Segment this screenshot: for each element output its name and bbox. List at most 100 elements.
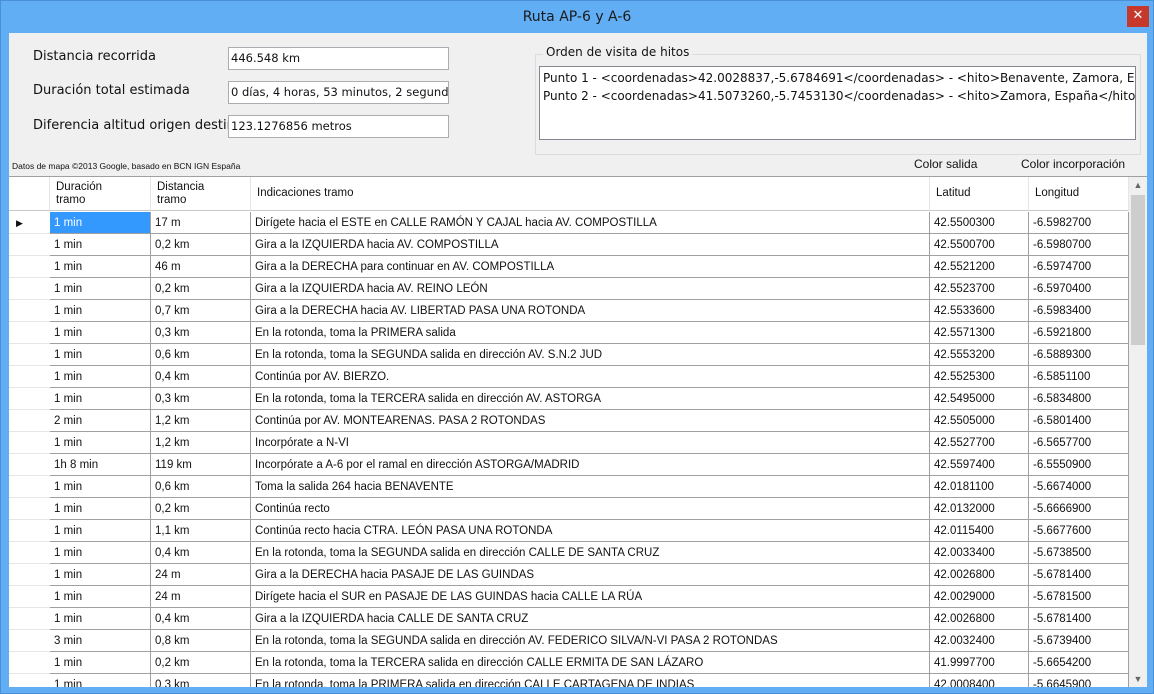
- row-selector[interactable]: [9, 344, 50, 366]
- scrollbar-thumb[interactable]: [1131, 195, 1145, 345]
- distance-field[interactable]: 446.548 km: [228, 47, 449, 70]
- row-selector[interactable]: [9, 630, 50, 652]
- cell-longitude[interactable]: -6.5801400: [1029, 410, 1129, 432]
- cell-distance[interactable]: 0,6 km: [151, 476, 251, 498]
- cell-directions[interactable]: Continúa recto hacia CTRA. LEÓN PASA UNA…: [251, 520, 930, 542]
- cell-duration[interactable]: 1 min: [50, 652, 151, 674]
- cell-longitude[interactable]: -5.6781400: [1029, 564, 1129, 586]
- cell-duration[interactable]: 1 min: [50, 498, 151, 520]
- close-button[interactable]: ✕: [1127, 6, 1149, 27]
- cell-directions[interactable]: Toma la salida 264 hacia BENAVENTE: [251, 476, 930, 498]
- cell-distance[interactable]: 0,2 km: [151, 234, 251, 256]
- cell-latitude[interactable]: 42.0032400: [930, 630, 1029, 652]
- cell-latitude[interactable]: 42.5553200: [930, 344, 1029, 366]
- route-steps-grid[interactable]: ▶ 1 min 17 m Dirígete hacia el ESTE en CALL…: [9, 176, 1147, 687]
- cell-latitude[interactable]: 42.0132000: [930, 498, 1029, 520]
- column-header-distance[interactable]: Distancia tramo: [151, 177, 251, 211]
- cell-directions[interactable]: Gira a la IZQUIERDA hacia CALLE DE SANTA…: [251, 608, 930, 630]
- cell-distance[interactable]: 0,3 km: [151, 322, 251, 344]
- cell-longitude[interactable]: -6.5970400: [1029, 278, 1129, 300]
- cell-latitude[interactable]: 42.5525300: [930, 366, 1029, 388]
- row-selector[interactable]: [9, 300, 50, 322]
- cell-directions[interactable]: Gira a la DERECHA hacia PASAJE DE LAS GU…: [251, 564, 930, 586]
- cell-longitude[interactable]: -6.5851100: [1029, 366, 1129, 388]
- row-selector[interactable]: [9, 256, 50, 278]
- cell-distance[interactable]: 1,1 km: [151, 520, 251, 542]
- cell-latitude[interactable]: 41.9997700: [930, 652, 1029, 674]
- cell-latitude[interactable]: 42.5571300: [930, 322, 1029, 344]
- cell-latitude[interactable]: 42.5495000: [930, 388, 1029, 410]
- cell-duration[interactable]: 1 min: [50, 564, 151, 586]
- cell-directions[interactable]: Continúa por AV. MONTEARENAS. PASA 2 ROT…: [251, 410, 930, 432]
- cell-longitude[interactable]: -6.5889300: [1029, 344, 1129, 366]
- table-row[interactable]: 1 min 0,3 km En la rotonda, toma la PRIMER…: [9, 674, 1129, 687]
- cell-latitude[interactable]: 42.5527700: [930, 432, 1029, 454]
- cell-latitude[interactable]: 42.5597400: [930, 454, 1029, 476]
- cell-duration[interactable]: 1 min: [50, 234, 151, 256]
- cell-duration[interactable]: 1 min: [50, 212, 151, 234]
- cell-longitude[interactable]: -6.5657700: [1029, 432, 1129, 454]
- cell-longitude[interactable]: -5.6674000: [1029, 476, 1129, 498]
- cell-longitude[interactable]: -6.5834800: [1029, 388, 1129, 410]
- duration-field[interactable]: 0 días, 4 horas, 53 minutos, 2 segundos: [228, 81, 449, 104]
- cell-duration[interactable]: 1 min: [50, 608, 151, 630]
- table-row[interactable]: 1h 8 min 119 km Incorpórate a A-6 por el r…: [9, 454, 1129, 476]
- scroll-down-icon[interactable]: ▼: [1129, 671, 1147, 687]
- color-merge-button[interactable]: Color incorporación: [1021, 157, 1125, 171]
- row-selector[interactable]: [9, 388, 50, 410]
- cell-latitude[interactable]: 42.0033400: [930, 542, 1029, 564]
- row-selector[interactable]: [9, 564, 50, 586]
- cell-distance[interactable]: 0,4 km: [151, 542, 251, 564]
- table-row[interactable]: 1 min 0,2 km Gira a la IZQUIERDA hacia AV.…: [9, 278, 1129, 300]
- cell-duration[interactable]: 1 min: [50, 344, 151, 366]
- cell-distance[interactable]: 1,2 km: [151, 410, 251, 432]
- cell-longitude[interactable]: -6.5982700: [1029, 212, 1129, 234]
- cell-directions[interactable]: En la rotonda, toma la PRIMERA salida en…: [251, 674, 930, 687]
- row-selector[interactable]: [9, 520, 50, 542]
- table-row[interactable]: 1 min 24 m Gira a la DERECHA hacia PASAJE …: [9, 564, 1129, 586]
- table-row[interactable]: 1 min 0,6 km En la rotonda, toma la SEGUND…: [9, 344, 1129, 366]
- cell-directions[interactable]: Incorpórate a A-6 por el ramal en direcc…: [251, 454, 930, 476]
- cell-directions[interactable]: Gira a la IZQUIERDA hacia AV. COMPOSTILL…: [251, 234, 930, 256]
- cell-duration[interactable]: 1 min: [50, 432, 151, 454]
- cell-distance[interactable]: 24 m: [151, 586, 251, 608]
- table-row[interactable]: 1 min 0,4 km Gira a la IZQUIERDA hacia CAL…: [9, 608, 1129, 630]
- row-selector[interactable]: [9, 674, 50, 687]
- cell-distance[interactable]: 0,3 km: [151, 388, 251, 410]
- row-selector[interactable]: [9, 366, 50, 388]
- cell-longitude[interactable]: -5.6781400: [1029, 608, 1129, 630]
- row-selector[interactable]: [9, 322, 50, 344]
- cell-directions[interactable]: En la rotonda, toma la SEGUNDA salida en…: [251, 542, 930, 564]
- cell-latitude[interactable]: 42.0008400: [930, 674, 1029, 687]
- cell-directions[interactable]: En la rotonda, toma la PRIMERA salida: [251, 322, 930, 344]
- cell-duration[interactable]: 1 min: [50, 388, 151, 410]
- cell-distance[interactable]: 0,4 km: [151, 608, 251, 630]
- cell-latitude[interactable]: 42.5500300: [930, 212, 1029, 234]
- cell-directions[interactable]: En la rotonda, toma la SEGUNDA salida en…: [251, 630, 930, 652]
- table-row[interactable]: 1 min 1,2 km Incorpórate a N-VI 42.5527700-…: [9, 432, 1129, 454]
- cell-duration[interactable]: 1 min: [50, 322, 151, 344]
- cell-distance[interactable]: 0,6 km: [151, 344, 251, 366]
- cell-directions[interactable]: En la rotonda, toma la TERCERA salida en…: [251, 388, 930, 410]
- table-row[interactable]: 1 min 0,4 km En la rotonda, toma la SEGUND…: [9, 542, 1129, 564]
- row-selector[interactable]: [9, 278, 50, 300]
- cell-directions[interactable]: Continúa por AV. BIERZO.: [251, 366, 930, 388]
- cell-latitude[interactable]: 42.5533600: [930, 300, 1029, 322]
- cell-latitude[interactable]: 42.5505000: [930, 410, 1029, 432]
- table-row[interactable]: 1 min 0,7 km Gira a la DERECHA hacia AV. L…: [9, 300, 1129, 322]
- cell-distance[interactable]: 119 km: [151, 454, 251, 476]
- table-row[interactable]: 1 min 46 m Gira a la DERECHA para continua…: [9, 256, 1129, 278]
- row-selector[interactable]: [9, 234, 50, 256]
- row-selector[interactable]: [9, 432, 50, 454]
- table-row[interactable]: 1 min 0,6 km Toma la salida 264 hacia BENA…: [9, 476, 1129, 498]
- cell-duration[interactable]: 1 min: [50, 542, 151, 564]
- vertical-scrollbar[interactable]: ▲ ▼: [1129, 177, 1147, 687]
- row-selector[interactable]: [9, 608, 50, 630]
- cell-directions[interactable]: Incorpórate a N-VI: [251, 432, 930, 454]
- column-header-longitude[interactable]: Longitud: [1029, 177, 1129, 211]
- table-row[interactable]: 1 min 0,4 km Continúa por AV. BIERZO. 42.55…: [9, 366, 1129, 388]
- cell-longitude[interactable]: -5.6738500: [1029, 542, 1129, 564]
- table-row[interactable]: 1 min 1,1 km Continúa recto hacia CTRA. LE…: [9, 520, 1129, 542]
- cell-distance[interactable]: 0,7 km: [151, 300, 251, 322]
- cell-distance[interactable]: 0,2 km: [151, 652, 251, 674]
